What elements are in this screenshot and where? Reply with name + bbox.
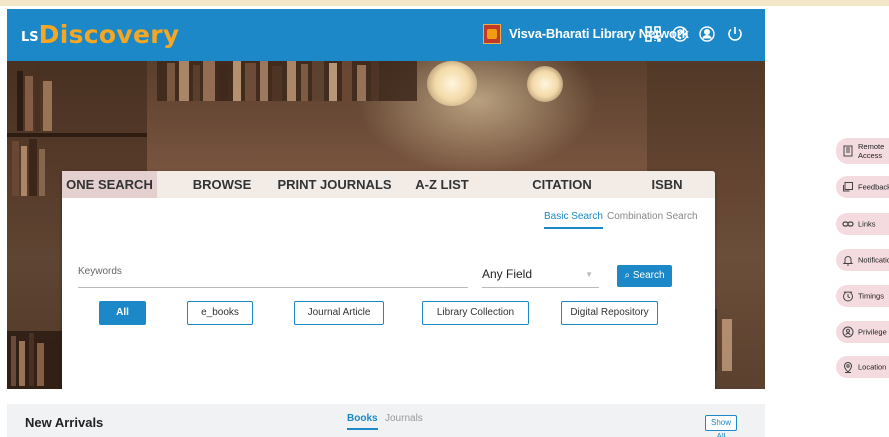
browser-top-strip bbox=[0, 0, 889, 6]
tab-print-journals[interactable]: PRINT JOURNALS bbox=[272, 171, 397, 198]
privilege-icon bbox=[842, 326, 854, 338]
side-link-location[interactable]: Location bbox=[836, 356, 889, 378]
institution-emblem-icon bbox=[483, 24, 501, 44]
link-icon bbox=[842, 218, 854, 230]
side-link-timings[interactable]: Timings bbox=[836, 285, 889, 307]
app-logo[interactable]: LSDiscovery bbox=[21, 21, 179, 52]
side-link-label: Links bbox=[858, 219, 876, 229]
field-select-underline bbox=[482, 287, 599, 288]
logo-prefix: LS bbox=[21, 30, 39, 45]
user-icon[interactable] bbox=[698, 25, 716, 43]
chevron-down-icon: ▼ bbox=[585, 270, 593, 279]
field-select[interactable]: Any Field ▼ bbox=[482, 267, 599, 281]
search-icon: ⌕ bbox=[624, 270, 631, 281]
tab-one-search[interactable]: ONE SEARCH bbox=[62, 171, 157, 198]
location-icon bbox=[842, 361, 854, 373]
qr-code-icon[interactable] bbox=[644, 25, 662, 43]
side-link-label: Privilege bbox=[858, 327, 887, 337]
lamp-light bbox=[527, 66, 563, 102]
tab-citation[interactable]: CITATION bbox=[517, 171, 607, 198]
clock-icon bbox=[842, 290, 854, 302]
tab-journals[interactable]: Journals bbox=[385, 413, 423, 424]
filter-library-collection[interactable]: Library Collection bbox=[422, 301, 529, 325]
logo-name: Discovery bbox=[38, 20, 180, 49]
side-link-label: Remote Access bbox=[858, 142, 885, 160]
side-link-privilege[interactable]: Privilege bbox=[836, 321, 889, 343]
bell-icon bbox=[842, 254, 854, 266]
search-tabs: ONE SEARCH BROWSE PRINT JOURNALS A-Z LIS… bbox=[62, 171, 715, 198]
side-link-links[interactable]: Links bbox=[836, 213, 889, 235]
remote-access-icon bbox=[842, 145, 854, 157]
side-link-remote-access[interactable]: Remote Access bbox=[836, 138, 889, 164]
side-link-label: Timings bbox=[858, 291, 884, 301]
tab-books[interactable]: Books bbox=[347, 413, 378, 430]
combination-search-tab[interactable]: Combination Search bbox=[607, 211, 698, 222]
app-header: LSDiscovery Visva-Bharati Library Networ… bbox=[7, 9, 765, 61]
keywords-input[interactable]: Keywords bbox=[78, 266, 122, 277]
side-link-label: Feedback bbox=[858, 182, 889, 192]
tab-a-z-list[interactable]: A-Z LIST bbox=[402, 171, 482, 198]
filter-e-books[interactable]: e_books bbox=[187, 301, 253, 325]
tab-isbn[interactable]: ISBN bbox=[627, 171, 707, 198]
side-link-notifications[interactable]: Notificatio bbox=[836, 249, 889, 271]
power-icon[interactable] bbox=[726, 25, 744, 43]
feedback-icon bbox=[842, 181, 854, 193]
filter-all[interactable]: All bbox=[99, 301, 146, 325]
tab-browse[interactable]: BROWSE bbox=[182, 171, 262, 198]
filter-digital-repository[interactable]: Digital Repository bbox=[561, 301, 658, 325]
field-select-value: Any Field bbox=[482, 267, 533, 281]
help-icon[interactable] bbox=[671, 25, 689, 43]
side-link-label: Notificatio bbox=[858, 255, 889, 265]
search-panel: ONE SEARCH BROWSE PRINT JOURNALS A-Z LIS… bbox=[62, 171, 715, 389]
side-link-label: Location bbox=[858, 362, 887, 372]
search-button[interactable]: ⌕ Search bbox=[617, 265, 672, 287]
hero-banner: ONE SEARCH BROWSE PRINT JOURNALS A-Z LIS… bbox=[7, 61, 765, 389]
filter-journal-article[interactable]: Journal Article bbox=[294, 301, 384, 325]
basic-search-tab[interactable]: Basic Search bbox=[544, 211, 603, 229]
new-arrivals-title: New Arrivals bbox=[25, 415, 104, 430]
new-arrivals-section: New Arrivals Books Journals Show All bbox=[7, 404, 765, 437]
keywords-input-underline bbox=[78, 287, 468, 288]
show-all-button[interactable]: Show All bbox=[705, 415, 737, 437]
lamp-light bbox=[427, 61, 477, 106]
side-link-feedback[interactable]: Feedback bbox=[836, 176, 889, 198]
search-button-label: Search bbox=[632, 270, 665, 281]
